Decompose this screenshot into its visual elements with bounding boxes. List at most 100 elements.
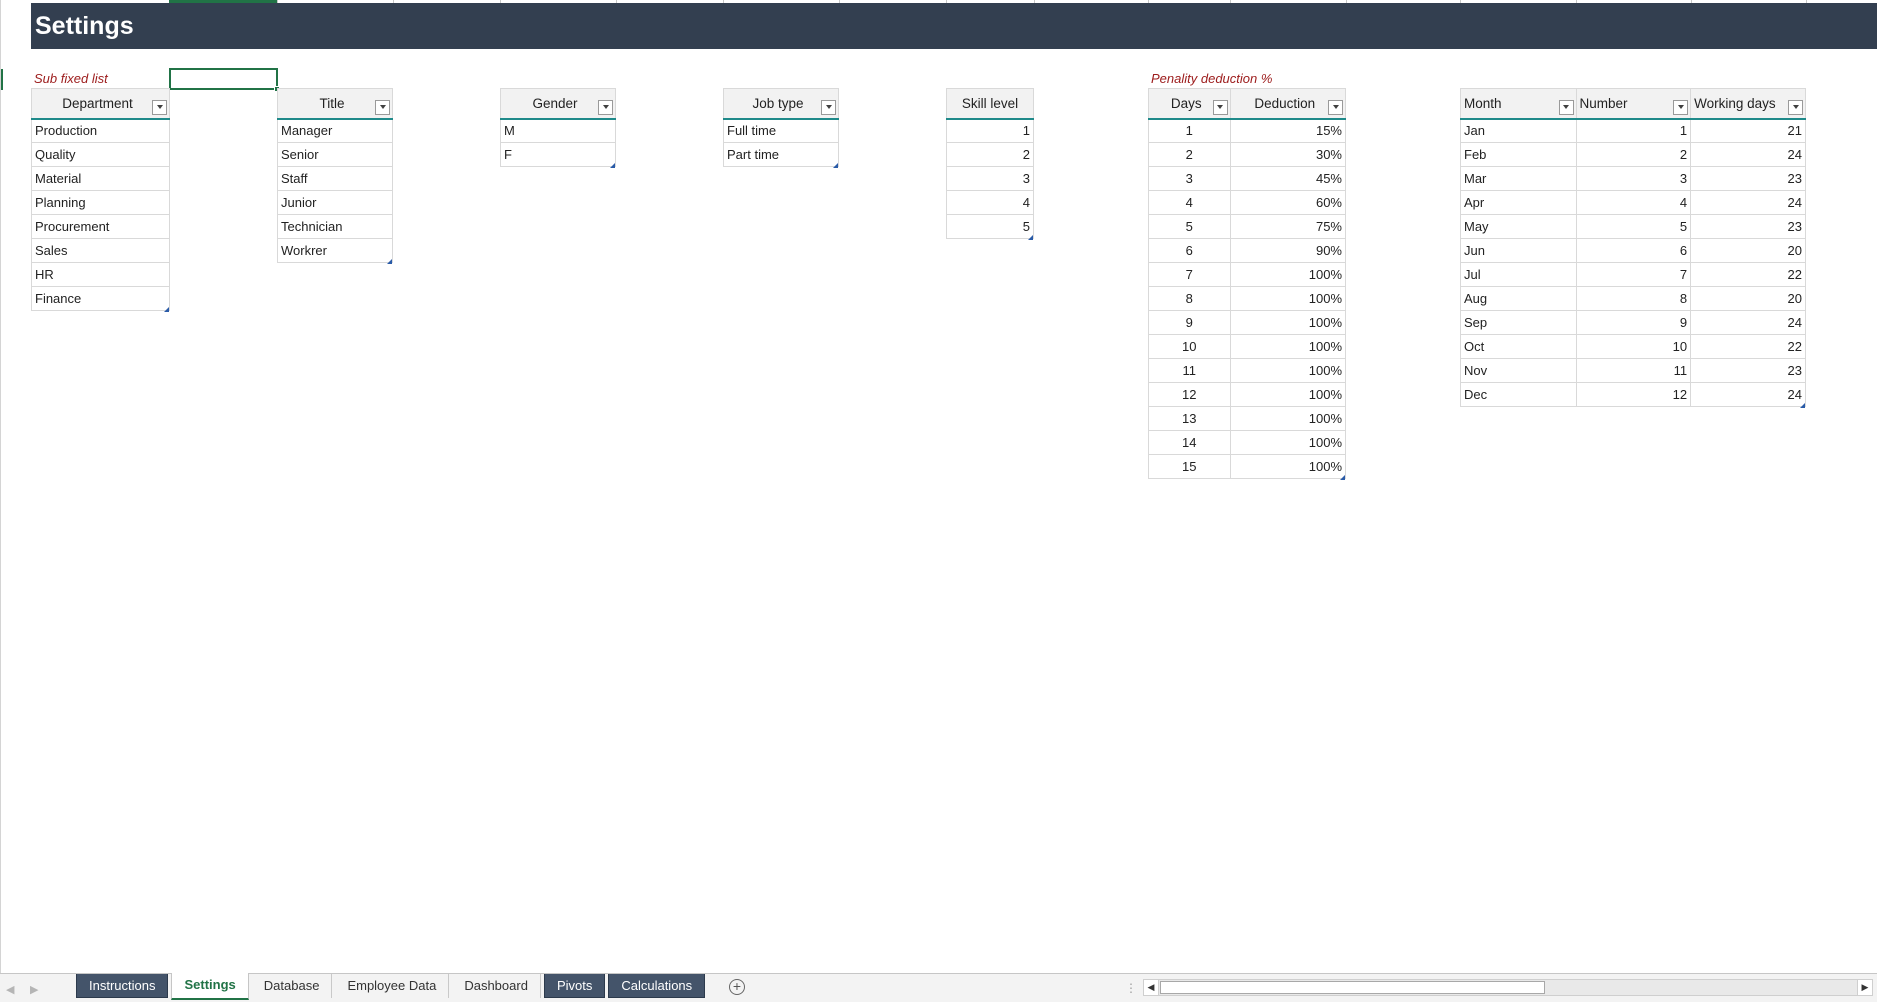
horizontal-scroll-thumb[interactable] bbox=[1160, 981, 1545, 994]
plus-circle-icon[interactable]: + bbox=[729, 979, 745, 995]
deduction-cell[interactable]: 100% bbox=[1229, 334, 1347, 359]
title-table-resize-handle[interactable] bbox=[387, 259, 392, 264]
skill-level-cell[interactable]: 2 bbox=[946, 142, 1034, 167]
number-cell[interactable]: 3 bbox=[1575, 166, 1692, 191]
gender-cell[interactable]: M bbox=[500, 118, 616, 143]
days-cell[interactable]: 14 bbox=[1148, 430, 1231, 455]
department-cell[interactable]: Quality bbox=[31, 142, 170, 167]
skill-level-cell[interactable]: 3 bbox=[946, 166, 1034, 191]
penalty-table-resize-handle[interactable] bbox=[1340, 475, 1345, 480]
days-cell[interactable]: 7 bbox=[1148, 262, 1231, 287]
scroll-right-icon[interactable]: ▶ bbox=[1857, 980, 1872, 995]
deduction-cell[interactable]: 100% bbox=[1229, 262, 1347, 287]
month-cell[interactable]: Jan bbox=[1460, 118, 1577, 143]
month-cell[interactable]: Dec bbox=[1460, 382, 1577, 407]
deduction-cell[interactable]: 100% bbox=[1229, 358, 1347, 383]
month-cell[interactable]: Nov bbox=[1460, 358, 1577, 383]
working-days-filter-button[interactable] bbox=[1788, 99, 1803, 115]
deduction-cell[interactable]: 100% bbox=[1229, 430, 1347, 455]
days-filter-button[interactable] bbox=[1212, 99, 1228, 115]
month-cell[interactable]: Aug bbox=[1460, 286, 1577, 311]
tab-pivots[interactable]: Pivots bbox=[543, 974, 606, 998]
tab-scroll-left-icon[interactable]: ◀ bbox=[6, 983, 14, 996]
working-days-cell[interactable]: 23 bbox=[1690, 166, 1806, 191]
gender-filter-button[interactable] bbox=[598, 99, 613, 115]
job-type-cell[interactable]: Part time bbox=[723, 142, 839, 167]
month-cell[interactable]: Sep bbox=[1460, 310, 1577, 335]
deduction-cell[interactable]: 15% bbox=[1229, 118, 1347, 143]
number-cell[interactable]: 6 bbox=[1575, 238, 1692, 263]
month-table-resize-handle[interactable] bbox=[1800, 403, 1805, 408]
deduction-cell[interactable]: 100% bbox=[1229, 310, 1347, 335]
tab-dashboard[interactable]: Dashboard bbox=[452, 974, 541, 998]
month-cell[interactable]: Oct bbox=[1460, 334, 1577, 359]
days-cell[interactable]: 4 bbox=[1148, 190, 1231, 215]
deduction-cell[interactable]: 90% bbox=[1229, 238, 1347, 263]
deduction-cell[interactable]: 60% bbox=[1229, 190, 1347, 215]
number-cell[interactable]: 4 bbox=[1575, 190, 1692, 215]
days-cell[interactable]: 1 bbox=[1148, 118, 1231, 143]
deduction-cell[interactable]: 75% bbox=[1229, 214, 1347, 239]
department-cell[interactable]: Procurement bbox=[31, 214, 170, 239]
tab-settings[interactable]: Settings bbox=[171, 973, 249, 1000]
tab-scroll-right-icon[interactable]: ▶ bbox=[30, 983, 38, 996]
month-cell[interactable]: Jul bbox=[1460, 262, 1577, 287]
tab-calculations[interactable]: Calculations bbox=[608, 974, 706, 998]
department-cell[interactable]: HR bbox=[31, 262, 170, 287]
department-table-resize-handle[interactable] bbox=[164, 307, 169, 312]
tab-employee-data[interactable]: Employee Data bbox=[335, 974, 450, 998]
horizontal-scrollbar[interactable]: ◀ ▶ bbox=[1143, 979, 1873, 996]
deduction-cell[interactable]: 100% bbox=[1229, 406, 1347, 431]
days-cell[interactable]: 9 bbox=[1148, 310, 1231, 335]
skill-level-cell[interactable]: 4 bbox=[946, 190, 1034, 215]
working-days-cell[interactable]: 24 bbox=[1690, 190, 1806, 215]
job-type-filter-button[interactable] bbox=[821, 99, 836, 115]
scroll-left-icon[interactable]: ◀ bbox=[1144, 980, 1159, 995]
month-cell[interactable]: May bbox=[1460, 214, 1577, 239]
days-cell[interactable]: 12 bbox=[1148, 382, 1231, 407]
department-filter-button[interactable] bbox=[152, 99, 167, 115]
tab-split-handle[interactable]: ⋮ bbox=[1125, 981, 1137, 995]
number-cell[interactable]: 1 bbox=[1575, 118, 1692, 143]
active-cell-selection[interactable] bbox=[169, 68, 280, 92]
working-days-cell[interactable]: 22 bbox=[1690, 334, 1806, 359]
gender-table-resize-handle[interactable] bbox=[610, 163, 615, 168]
days-cell[interactable]: 2 bbox=[1148, 142, 1231, 167]
department-cell[interactable]: Finance bbox=[31, 286, 170, 311]
working-days-cell[interactable]: 20 bbox=[1690, 286, 1806, 311]
department-cell[interactable]: Production bbox=[31, 118, 170, 143]
deduction-cell[interactable]: 30% bbox=[1229, 142, 1347, 167]
tab-instructions[interactable]: Instructions bbox=[76, 974, 169, 998]
department-cell[interactable]: Sales bbox=[31, 238, 170, 263]
deduction-filter-button[interactable] bbox=[1328, 99, 1343, 115]
title-cell[interactable]: Technician bbox=[277, 214, 393, 239]
number-filter-button[interactable] bbox=[1673, 99, 1689, 115]
tab-database[interactable]: Database bbox=[252, 974, 333, 998]
days-cell[interactable]: 8 bbox=[1148, 286, 1231, 311]
job-type-table-resize-handle[interactable] bbox=[833, 163, 838, 168]
title-cell[interactable]: Manager bbox=[277, 118, 393, 143]
days-cell[interactable]: 5 bbox=[1148, 214, 1231, 239]
deduction-cell[interactable]: 100% bbox=[1229, 454, 1347, 479]
working-days-cell[interactable]: 20 bbox=[1690, 238, 1806, 263]
deduction-cell[interactable]: 100% bbox=[1229, 286, 1347, 311]
department-cell[interactable]: Material bbox=[31, 166, 170, 191]
days-cell[interactable]: 15 bbox=[1148, 454, 1231, 479]
working-days-cell[interactable]: 24 bbox=[1690, 310, 1806, 335]
gender-cell[interactable]: F bbox=[500, 142, 616, 167]
title-cell[interactable]: Workrer bbox=[277, 238, 393, 263]
month-cell[interactable]: Jun bbox=[1460, 238, 1577, 263]
month-cell[interactable]: Apr bbox=[1460, 190, 1577, 215]
number-cell[interactable]: 10 bbox=[1575, 334, 1692, 359]
month-filter-button[interactable] bbox=[1558, 99, 1574, 115]
title-cell[interactable]: Staff bbox=[277, 166, 393, 191]
number-cell[interactable]: 8 bbox=[1575, 286, 1692, 311]
days-cell[interactable]: 3 bbox=[1148, 166, 1231, 191]
number-cell[interactable]: 5 bbox=[1575, 214, 1692, 239]
month-cell[interactable]: Feb bbox=[1460, 142, 1577, 167]
working-days-cell[interactable]: 22 bbox=[1690, 262, 1806, 287]
skill-level-cell[interactable]: 5 bbox=[946, 214, 1034, 239]
skill-level-cell[interactable]: 1 bbox=[946, 118, 1034, 143]
working-days-cell[interactable]: 23 bbox=[1690, 358, 1806, 383]
deduction-cell[interactable]: 100% bbox=[1229, 382, 1347, 407]
